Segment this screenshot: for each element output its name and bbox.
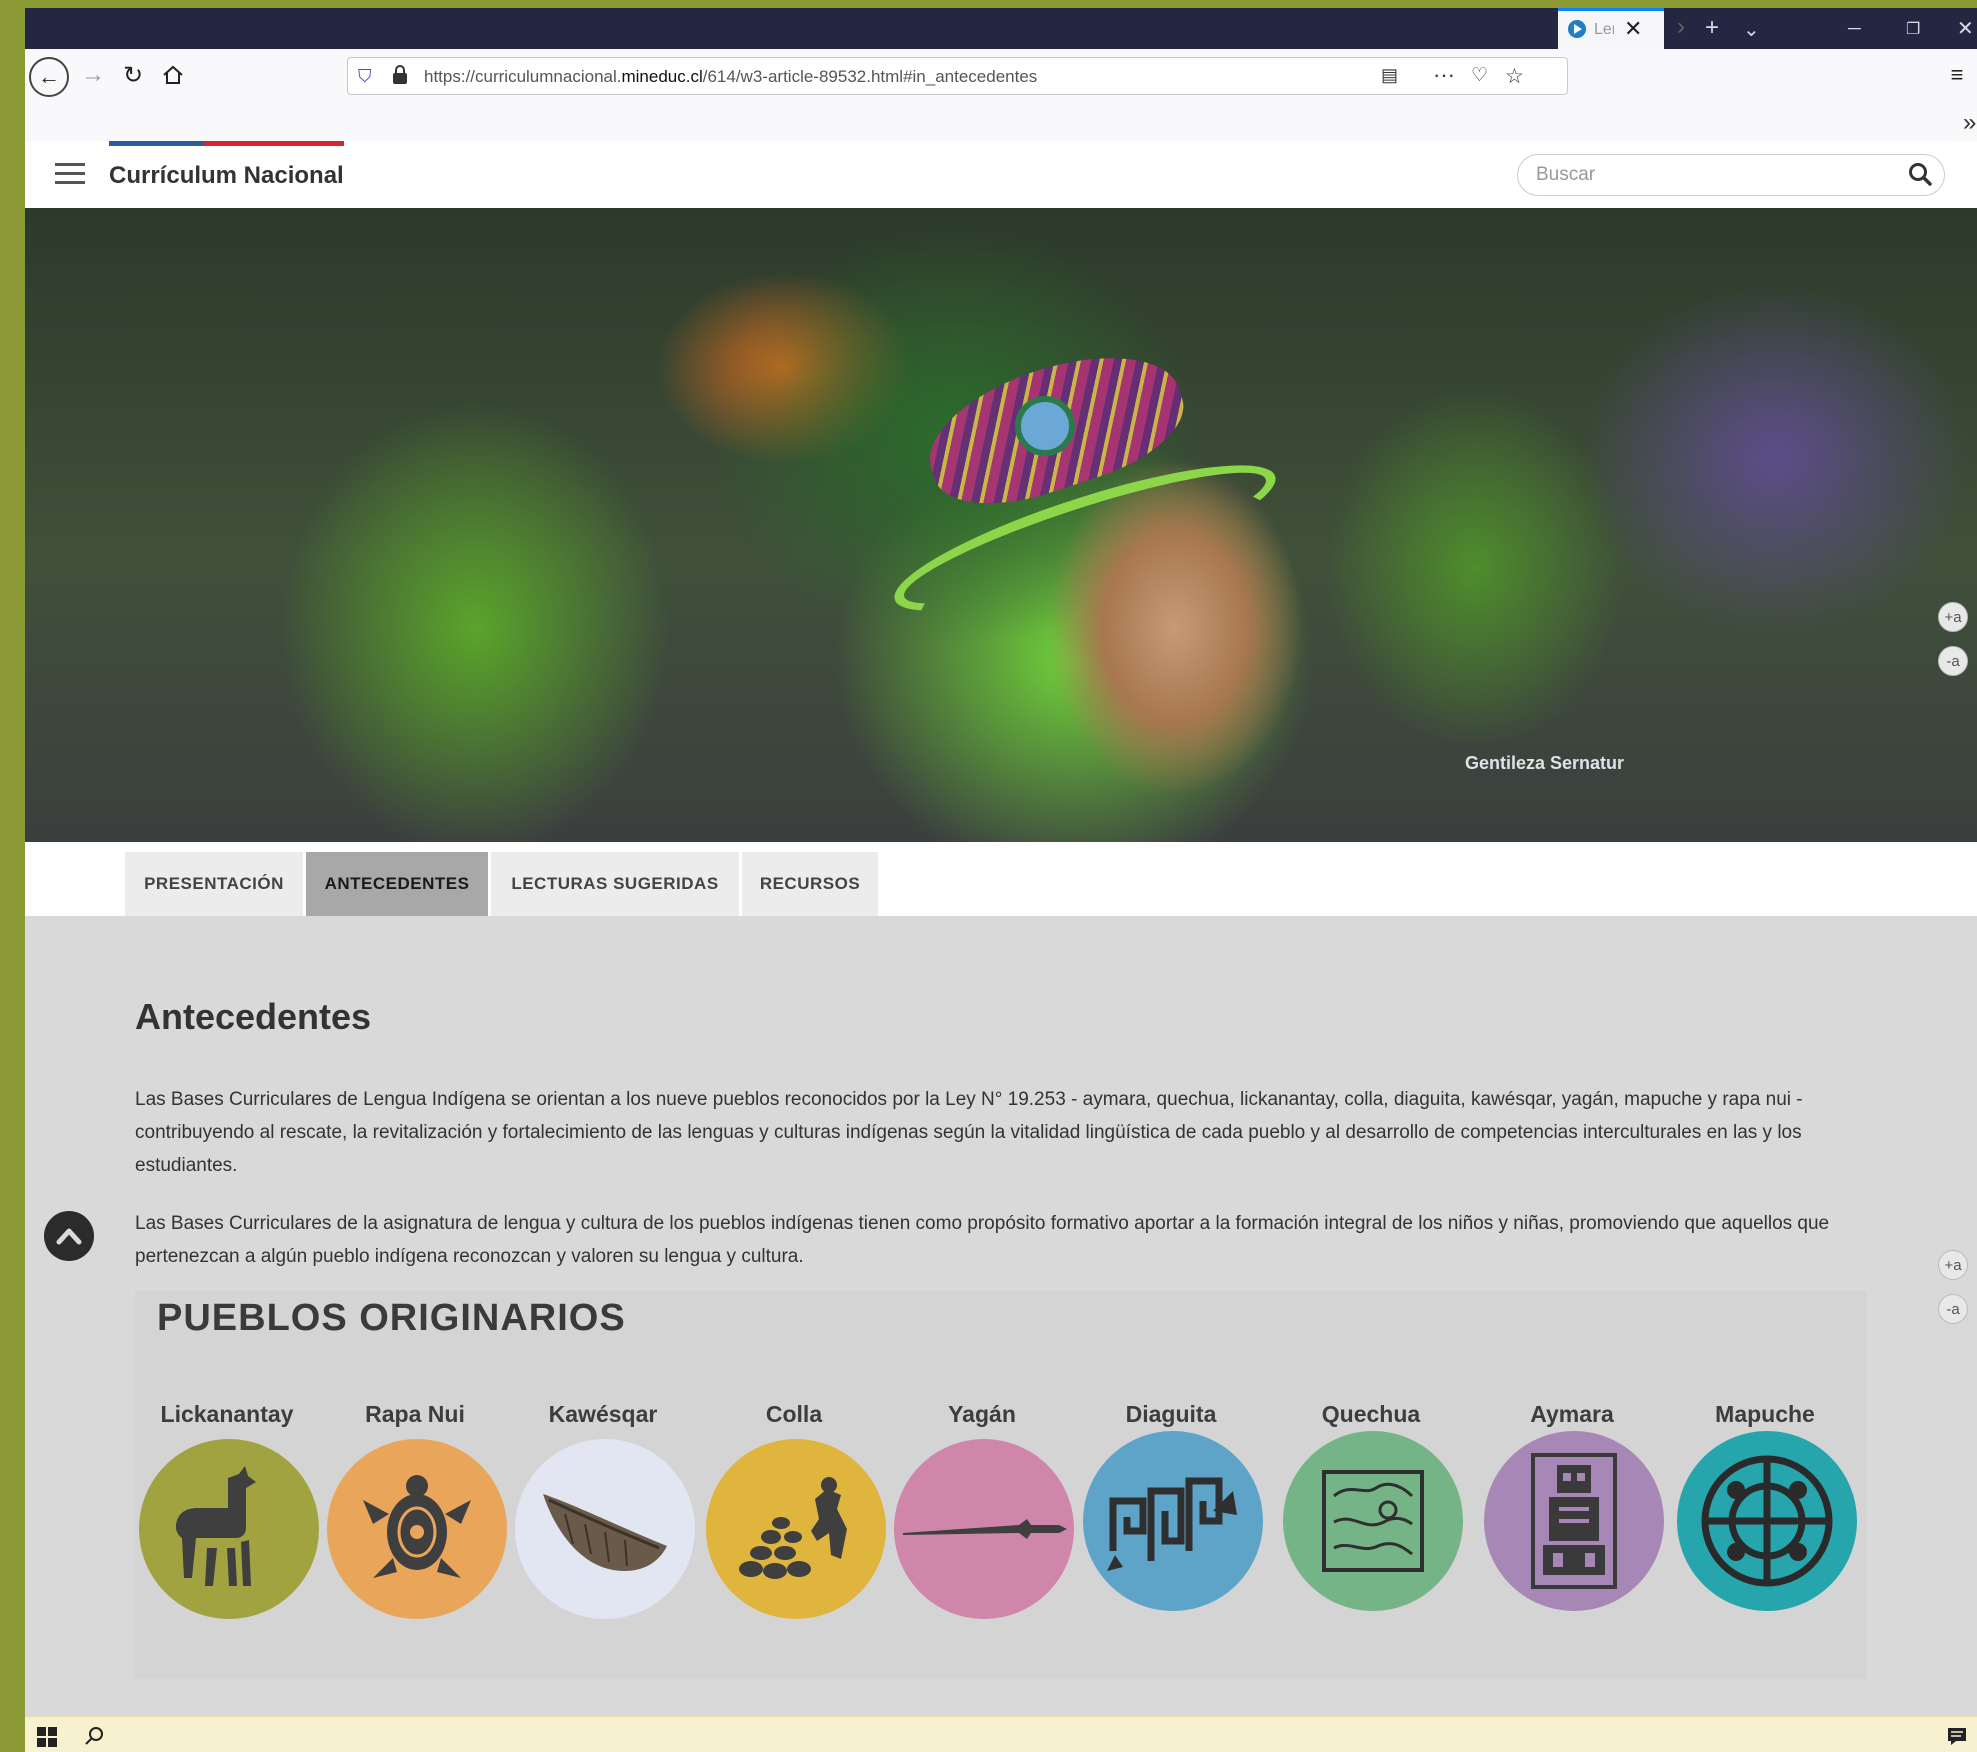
new-tab-icon[interactable]: + <box>1705 14 1719 42</box>
home-icon <box>163 65 183 84</box>
pueblo-name: Lickanantay <box>160 1401 294 1427</box>
reader-view-icon[interactable]: ▤ <box>1381 65 1398 86</box>
harpoon-icon[interactable] <box>894 1439 1074 1619</box>
taskbar-search-icon[interactable] <box>83 1725 105 1747</box>
browser-window: Ler ✕ › + ⌄ ─ ❐ ✕ ← → ↻ ⛉ https://curric… <box>25 8 1977 1752</box>
pueblo-name: Diaguita <box>1125 1401 1217 1427</box>
overflow-chevron-icon[interactable]: » <box>1963 109 1976 137</box>
pueblos-originarios-panel: PUEBLOS ORIGINARIOS Lickanantay Rapa Nui… <box>135 1291 1867 1679</box>
back-button[interactable]: ← <box>29 57 69 97</box>
pueblo-diaguita[interactable]: Diaguita <box>1079 1401 1263 1611</box>
pocket-icon[interactable]: ♡ <box>1471 64 1488 87</box>
url-bar[interactable]: ⛉ https://curriculumnacional.mineduc.cl/… <box>347 57 1568 95</box>
tab-title: Ler <box>1594 21 1614 38</box>
llama-icon[interactable] <box>139 1439 319 1619</box>
window-close-icon[interactable]: ✕ <box>1957 16 1974 41</box>
restore-icon[interactable]: ❐ <box>1906 19 1920 39</box>
search-box <box>1517 154 1945 196</box>
bookmark-star-icon[interactable]: ☆ <box>1505 64 1524 89</box>
hamburger-menu-icon[interactable] <box>55 163 85 185</box>
search-input[interactable] <box>1534 163 1878 187</box>
pueblo-kawesqar[interactable]: Kawésqar <box>511 1401 695 1619</box>
close-tab-icon[interactable]: ✕ <box>1624 16 1642 42</box>
hero-image: Gentileza Sernatur +a -a <box>25 208 1977 842</box>
url-path: /614/w3-article-89532.html#in_antecedent… <box>702 67 1038 86</box>
pueblo-mapuche[interactable]: Mapuche <box>1673 1401 1857 1611</box>
bookmarks-toolbar: » <box>25 107 1977 142</box>
pueblo-aymara[interactable]: Aymara <box>1480 1401 1664 1611</box>
pueblo-quechua[interactable]: Quechua <box>1279 1401 1463 1611</box>
pueblo-name: Mapuche <box>1715 1401 1815 1427</box>
scroll-to-top-button[interactable] <box>44 1211 94 1261</box>
hat-ornament <box>1015 396 1075 456</box>
reload-button[interactable]: ↻ <box>113 55 153 95</box>
tab-recursos[interactable]: RECURSOS <box>742 852 878 916</box>
lock-icon[interactable] <box>392 65 408 91</box>
windows-start-icon[interactable] <box>37 1727 57 1747</box>
paragraph-2: Las Bases Curriculares de la asignatura … <box>135 1213 1830 1267</box>
stones-icon[interactable] <box>706 1439 886 1619</box>
notifications-icon[interactable] <box>1947 1726 1967 1746</box>
title-bar: Ler ✕ › + ⌄ ─ ❐ ✕ <box>25 8 1977 49</box>
url-text[interactable]: https://curriculumnacional.mineduc.cl/61… <box>424 67 1037 87</box>
pueblo-name: Quechua <box>1321 1401 1421 1427</box>
pueblo-name: Rapa Nui <box>365 1401 465 1427</box>
chevron-up-icon <box>56 1228 82 1245</box>
minimize-icon[interactable]: ─ <box>1848 18 1861 39</box>
home-button[interactable] <box>153 55 193 95</box>
menu-icon[interactable]: ≡ <box>1937 55 1977 95</box>
tab-scroll-right-icon[interactable]: › <box>1677 13 1685 41</box>
tab-presentacion[interactable]: PRESENTACIÓN <box>125 852 303 916</box>
main-content: Antecedentes Las Bases Curriculares de L… <box>25 916 1977 1724</box>
kultrun-icon[interactable] <box>1677 1431 1857 1611</box>
pueblo-name: Aymara <box>1530 1401 1614 1427</box>
font-decrease-button[interactable]: -a <box>1938 646 1968 676</box>
pueblo-name: Colla <box>765 1401 823 1427</box>
quechua-pattern-icon[interactable] <box>1283 1431 1463 1611</box>
navigation-bar: ← → ↻ ⛉ https://curriculumnacional.mined… <box>25 49 1977 107</box>
taskbar <box>25 1716 1977 1752</box>
pueblo-rapa-nui[interactable]: Rapa Nui <box>323 1401 507 1619</box>
url-domain: mineduc.cl <box>621 67 703 86</box>
site-title[interactable]: Currículum Nacional <box>109 162 344 190</box>
list-tabs-icon[interactable]: ⌄ <box>1743 17 1760 42</box>
section-title: Antecedentes <box>135 996 372 1037</box>
turtle-icon[interactable] <box>327 1439 507 1619</box>
shield-icon[interactable]: ⛉ <box>358 66 372 87</box>
tab-lecturas-sugeridas[interactable]: LECTURAS SUGERIDAS <box>491 852 739 916</box>
tab-antecedentes[interactable]: ANTECEDENTES <box>306 852 488 924</box>
pueblo-colla[interactable]: Colla <box>702 1401 886 1619</box>
forward-button[interactable]: → <box>73 55 113 95</box>
canoe-icon[interactable] <box>515 1439 695 1619</box>
diaguita-pattern-icon[interactable] <box>1083 1431 1263 1611</box>
play-icon <box>1568 20 1586 38</box>
page-tabs: PRESENTACIÓN ANTECEDENTES LECTURAS SUGER… <box>25 842 1977 924</box>
font-increase-button[interactable]: +a <box>1938 602 1968 632</box>
pueblos-title: PUEBLOS ORIGINARIOS <box>157 1297 626 1339</box>
font-decrease-button-2[interactable]: -a <box>1938 1294 1968 1324</box>
site-header: Currículum Nacional <box>25 141 1977 208</box>
pueblo-lickanantay[interactable]: Lickanantay <box>135 1401 319 1619</box>
aymara-figure-icon[interactable] <box>1484 1431 1664 1611</box>
paragraph-1: Las Bases Curriculares de Lengua Indígen… <box>135 1089 1803 1176</box>
pueblo-yagan[interactable]: Yagán <box>890 1401 1074 1619</box>
font-increase-button-2[interactable]: +a <box>1938 1250 1968 1280</box>
pueblo-name: Kawésqar <box>548 1401 658 1427</box>
flag-stripe <box>109 141 344 146</box>
url-prefix: https://curriculumnacional. <box>424 67 622 86</box>
browser-tab[interactable]: Ler ✕ <box>1558 8 1664 49</box>
search-icon[interactable] <box>1908 162 1932 186</box>
pueblo-name: Yagán <box>948 1401 1016 1427</box>
photo-credit: Gentileza Sernatur <box>1465 753 1625 773</box>
page-actions-icon[interactable]: ··· <box>1433 62 1455 88</box>
